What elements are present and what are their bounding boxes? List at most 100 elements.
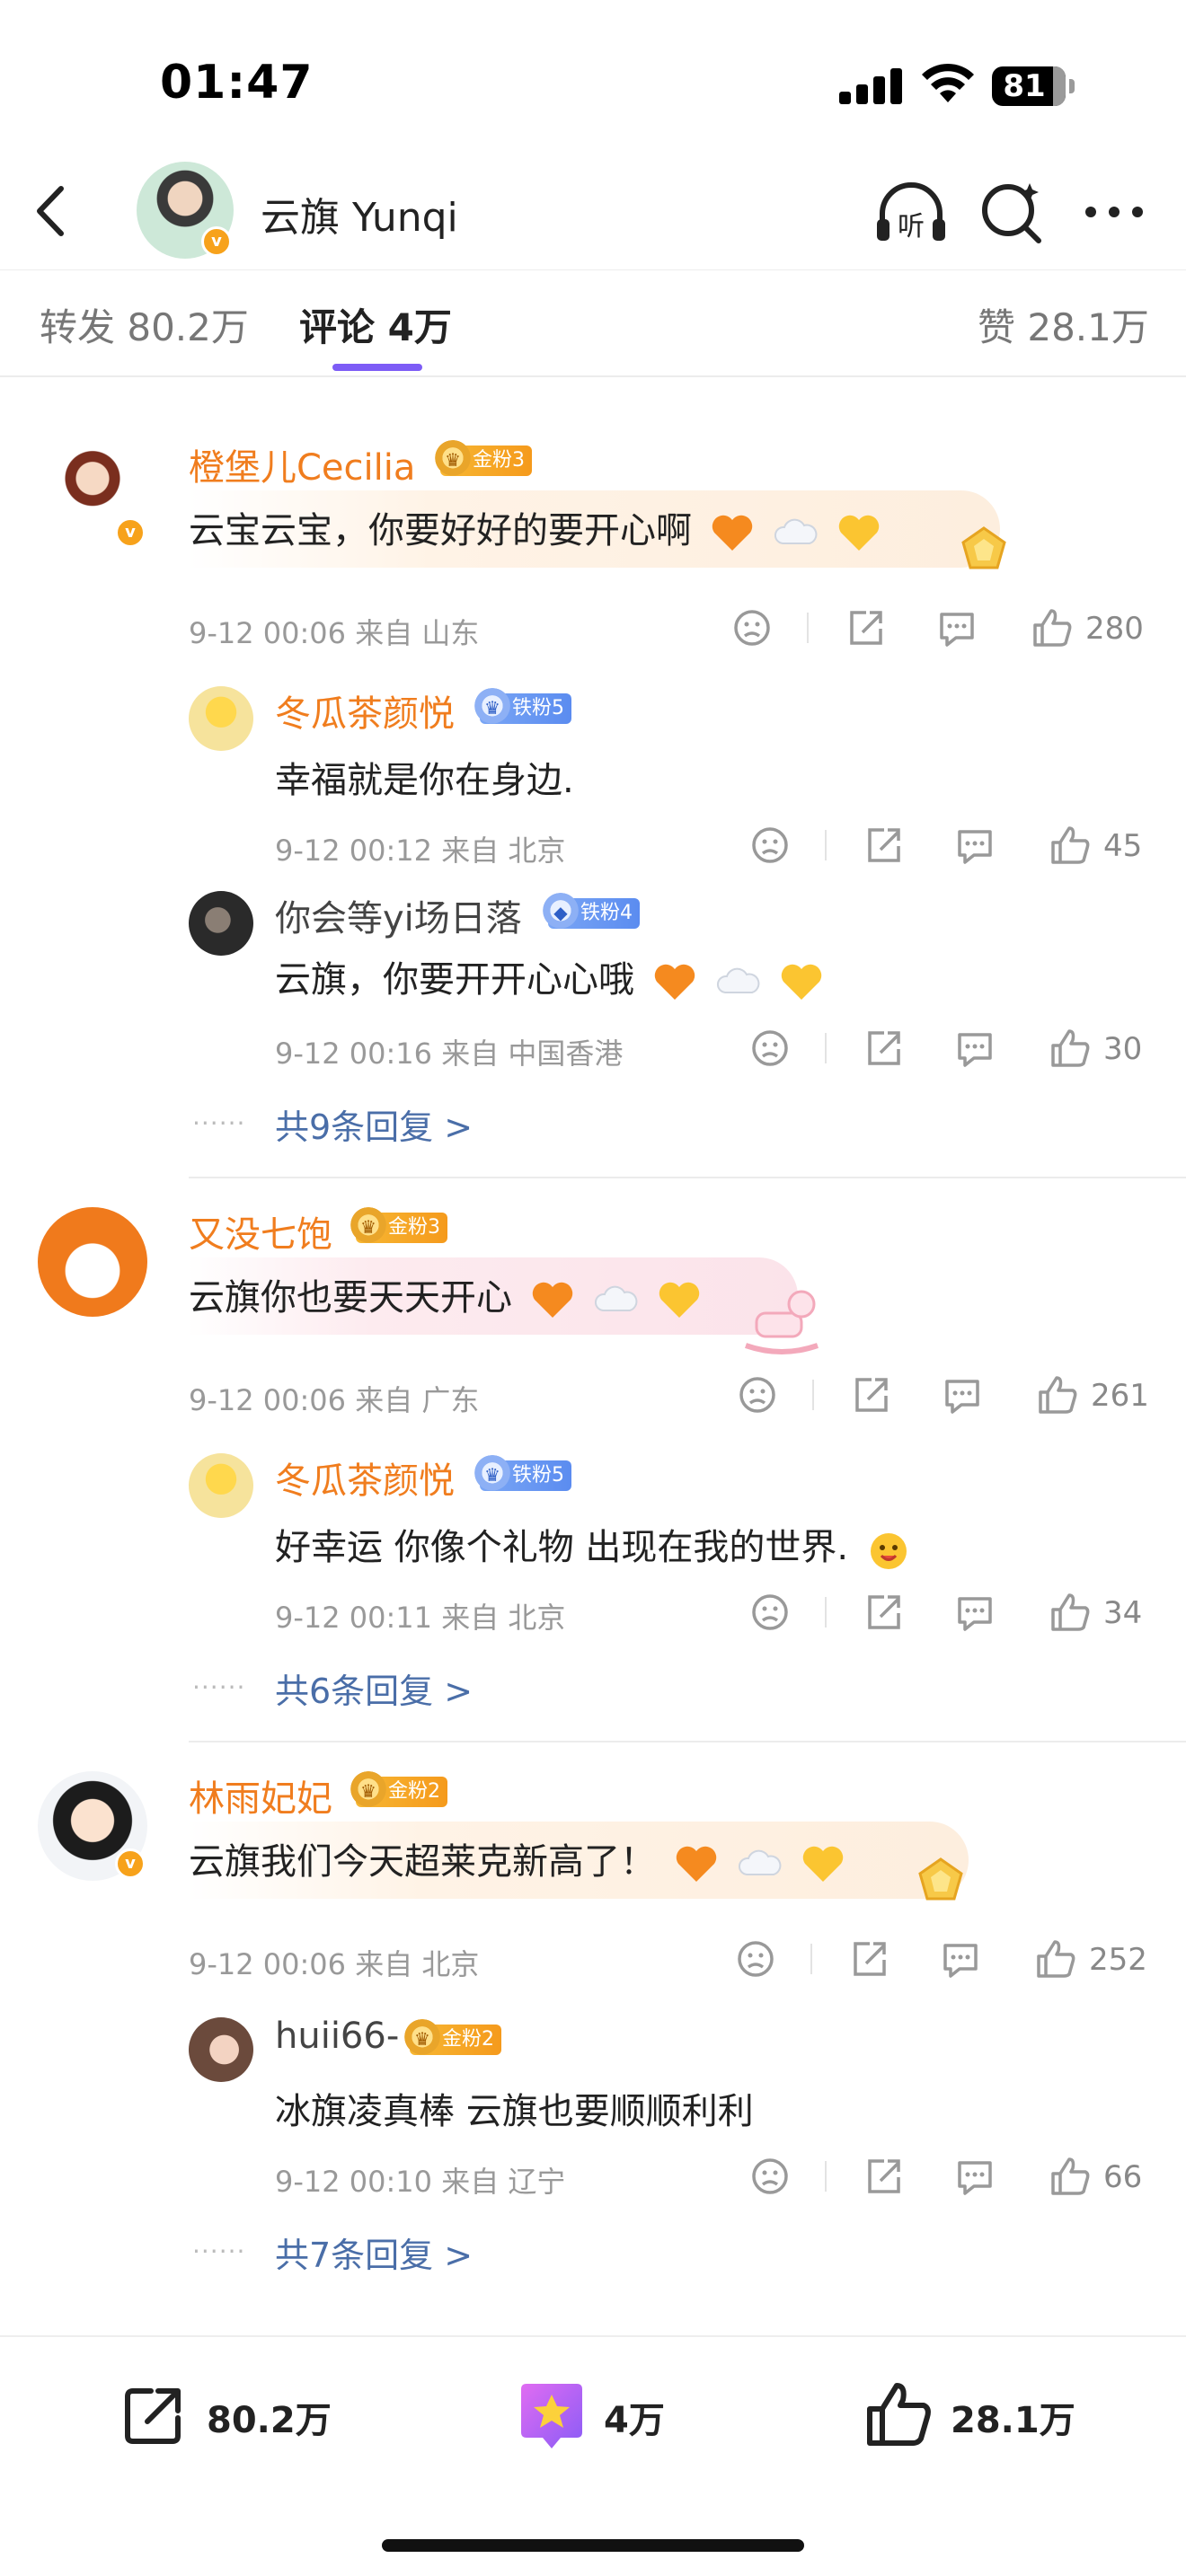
comment-meta: 9-12 00:06 来自 北京 [189, 1947, 480, 1981]
tab-likes[interactable]: 赞 28.1万 [978, 297, 1149, 352]
tab-active-indicator [332, 364, 422, 371]
fan-badge: ♛ 铁粉5 [473, 688, 571, 728]
more-replies-link[interactable]: 共7条回复 > [275, 2228, 473, 2277]
home-indicator[interactable] [382, 2539, 804, 2552]
username[interactable]: huii66- [275, 2016, 399, 2057]
back-icon[interactable] [20, 180, 83, 243]
crown-icon: ♛ [403, 2019, 442, 2059]
reply-icon[interactable] [933, 604, 981, 652]
battery-level: 81 [1003, 68, 1046, 104]
dislike-icon[interactable] [731, 1935, 780, 1983]
dislike-icon[interactable] [746, 821, 794, 869]
fan-badge: ♛ 铁粉5 [473, 1455, 571, 1495]
like-icon[interactable] [1046, 1588, 1094, 1636]
reply-icon[interactable] [938, 1371, 987, 1419]
reply-actions: 45 [746, 821, 1159, 875]
reply-icon[interactable] [951, 821, 999, 869]
like-count: 45 [1103, 828, 1143, 864]
cloud-icon [595, 1285, 638, 1311]
search-icon[interactable] [972, 172, 1051, 251]
comment-thread: v 林雨妃妃 ♛ 金粉2 云旗我们今天超莱克新高了！ 9-12 00:06 来自 … [0, 1742, 1186, 2335]
reply-icon[interactable] [951, 1024, 999, 1072]
reply-icon[interactable] [951, 1588, 999, 1636]
like-count: 34 [1103, 1595, 1143, 1631]
like-count: 280 [1085, 611, 1144, 647]
tab-comments[interactable]: 评论 4万 [299, 297, 452, 352]
like-icon[interactable] [1046, 821, 1094, 869]
dislike-icon[interactable] [746, 1588, 794, 1636]
wifi-icon [922, 63, 974, 102]
dislike-icon[interactable] [746, 2152, 794, 2201]
username[interactable]: 冬瓜茶颜悦 [275, 684, 455, 737]
reply-meta: 9-12 00:12 来自 北京 [275, 834, 566, 868]
header: v 云旗 Yunqi 听 [0, 153, 1186, 268]
comment-text: 云宝云宝，你要好好的要开心啊 [189, 501, 882, 556]
status-bar: 01:47 81 [0, 0, 1186, 153]
share-icon[interactable] [859, 1588, 907, 1636]
excited-face-icon [870, 1533, 907, 1569]
avatar[interactable] [189, 891, 253, 956]
comment-thread: v 橙堡儿Cecilia ♛ 金粉3 云宝云宝，你要好好的要开心啊 9-12 00… [0, 411, 1186, 1178]
avatar[interactable]: v [38, 1771, 147, 1881]
reply-meta: 9-12 00:16 来自 中国香港 [275, 1037, 624, 1071]
dislike-icon[interactable] [733, 1371, 782, 1419]
reply-actions: 34 [746, 1588, 1159, 1642]
reply-icon[interactable] [951, 2152, 999, 2201]
tab-repost[interactable]: 转发 80.2万 [40, 297, 249, 352]
username[interactable]: 你会等yi场日落 [275, 889, 522, 941]
yellow-heart-icon [838, 515, 880, 551]
like-icon[interactable] [1046, 1024, 1094, 1072]
comment-meta: 9-12 00:06 来自 广东 [189, 1383, 480, 1417]
like-icon[interactable] [1031, 1935, 1080, 1983]
avatar[interactable] [189, 686, 253, 751]
share-icon[interactable] [859, 2152, 907, 2201]
page-title[interactable]: 云旗 Yunqi [261, 185, 458, 243]
orange-heart-icon [654, 964, 695, 1000]
yellow-heart-icon [781, 964, 822, 1000]
crown-icon: ♛ [473, 1455, 512, 1495]
like-button[interactable]: 28.1万 [861, 2373, 1076, 2454]
yellow-heart-icon [802, 1846, 844, 1882]
repost-button[interactable]: 80.2万 [117, 2373, 350, 2454]
comment-button[interactable]: 4万 [514, 2373, 712, 2454]
cloud-icon [774, 518, 818, 544]
more-replies-link[interactable]: 共9条回复 > [275, 1099, 473, 1149]
username[interactable]: 又没七饱 [189, 1205, 332, 1257]
crown-icon: ♛ [349, 1207, 388, 1247]
reply-actions: 66 [746, 2152, 1159, 2206]
share-icon[interactable] [859, 821, 907, 869]
comment-text: 云旗我们今天超莱克新高了！ [189, 1832, 846, 1887]
username[interactable]: 林雨妃妃 [189, 1769, 332, 1822]
share-icon[interactable] [846, 1371, 895, 1419]
like-icon[interactable] [1033, 1371, 1082, 1419]
reply-meta: 9-12 00:10 来自 辽宁 [275, 2165, 566, 2199]
reply-icon[interactable] [936, 1935, 985, 1983]
avatar[interactable]: v [38, 440, 147, 550]
more-replies-link[interactable]: 共6条回复 > [275, 1663, 473, 1713]
header-avatar[interactable]: v [137, 162, 234, 259]
dislike-icon[interactable] [728, 604, 776, 652]
avatar[interactable] [189, 2017, 253, 2082]
username[interactable]: 橙堡儿Cecilia [189, 438, 415, 490]
bubble-badge-icon [918, 1857, 963, 1901]
crown-icon: ♛ [433, 440, 473, 480]
more-icon[interactable] [1075, 172, 1154, 251]
comment-actions: 252 [731, 1935, 1163, 1989]
verified-badge-icon: v [115, 517, 146, 548]
share-icon[interactable] [859, 1024, 907, 1072]
like-count: 252 [1089, 1942, 1147, 1978]
username[interactable]: 冬瓜茶颜悦 [275, 1451, 455, 1504]
share-icon[interactable] [845, 1935, 893, 1983]
more-dots: ······ [192, 1108, 246, 1138]
dislike-icon[interactable] [746, 1024, 794, 1072]
avatar[interactable] [38, 1207, 147, 1317]
like-icon[interactable] [1046, 2152, 1094, 2201]
share-icon[interactable] [841, 604, 890, 652]
fan-badge: ♛ 金粉2 [349, 1771, 447, 1811]
tab-bar: 转发 80.2万 评论 4万 赞 28.1万 [0, 269, 1186, 377]
fan-badge: ♛ 金粉3 [433, 440, 532, 480]
reply-text: 云旗，你要开开心心哦 [275, 950, 825, 1005]
avatar[interactable] [189, 1453, 253, 1518]
listen-icon[interactable]: 听 [872, 172, 951, 251]
like-icon[interactable] [1028, 604, 1076, 652]
